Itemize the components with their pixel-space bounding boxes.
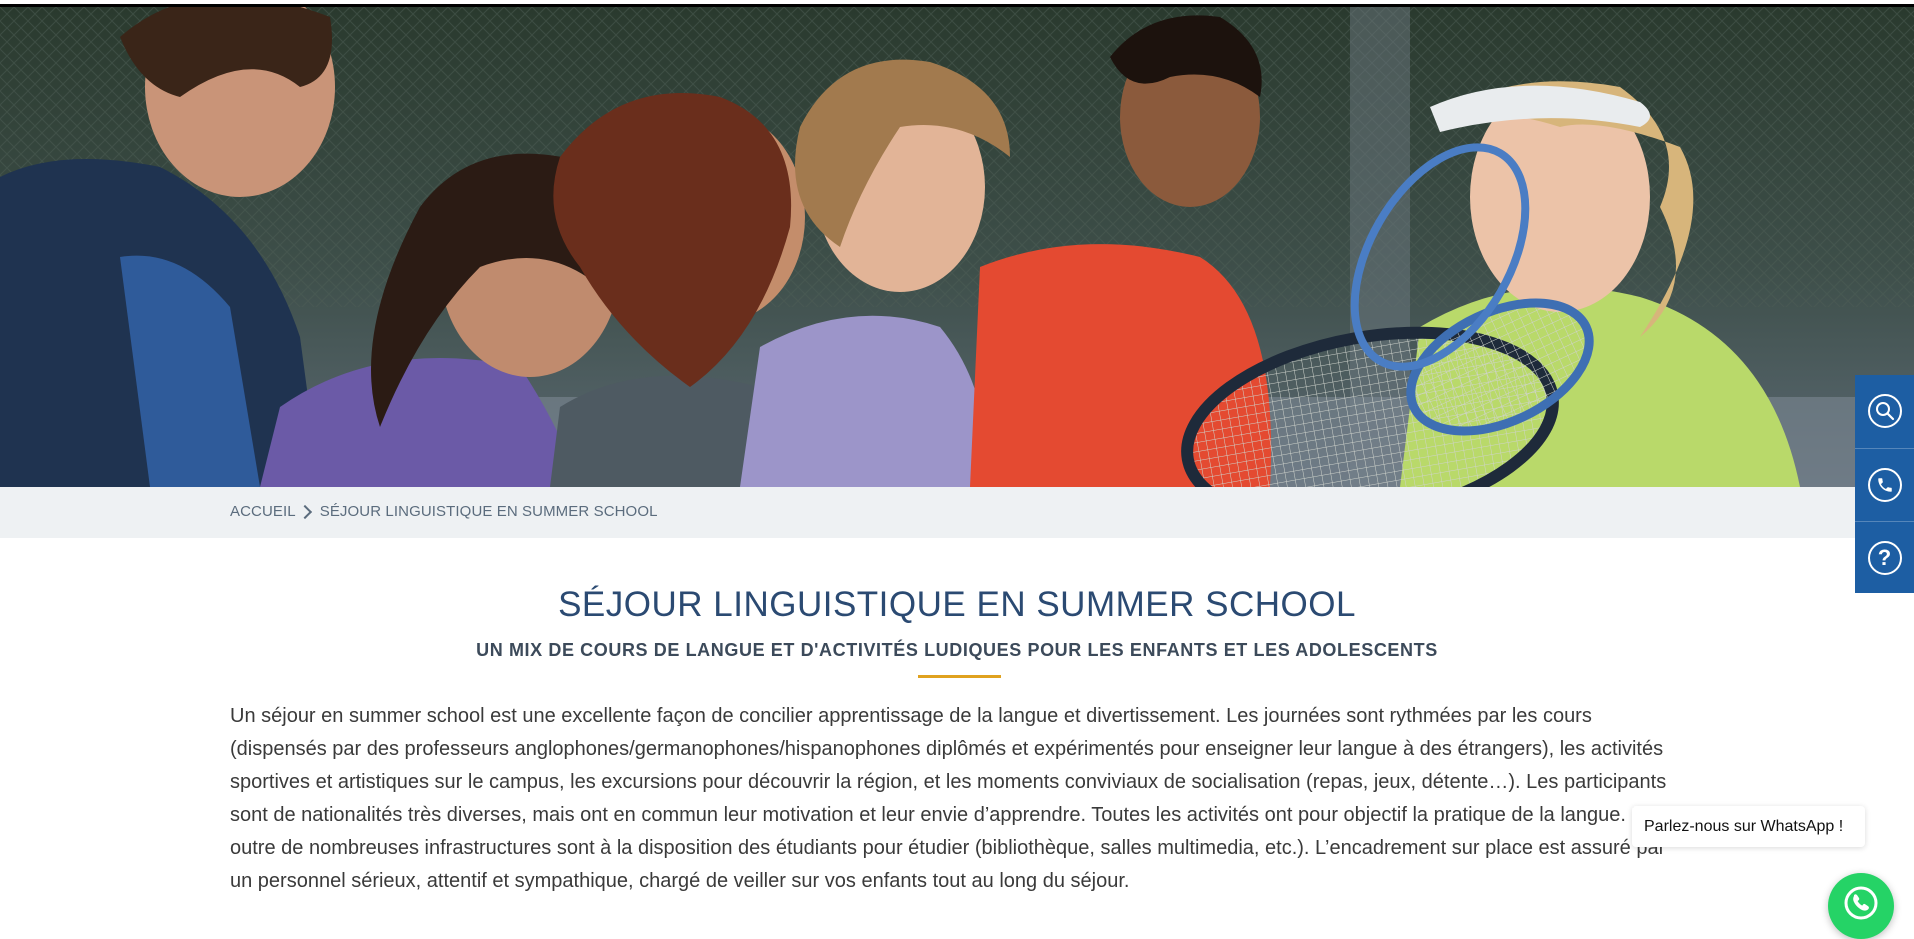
side-help-button[interactable]: ? — [1855, 521, 1914, 594]
intro-paragraph: Un séjour en summer school est une excel… — [230, 705, 1667, 892]
chevron-right-icon — [297, 504, 312, 519]
page-title: SÉJOUR LINGUISTIQUE EN SUMMER SCHOOL — [558, 585, 1356, 624]
search-icon — [1867, 394, 1902, 428]
title-divider — [918, 675, 1001, 678]
hero-image — [0, 7, 1914, 487]
side-phone-button[interactable] — [1855, 448, 1914, 521]
side-search-button[interactable] — [1855, 375, 1914, 447]
whatsapp-icon — [1844, 886, 1878, 920]
help-icon: ? — [1867, 541, 1902, 575]
top-border — [0, 0, 1914, 7]
side-toolbar: ? — [1855, 375, 1914, 593]
breadcrumb-bar: ACCUEIL SÉJOUR LINGUISTIQUE EN SUMMER SC… — [0, 487, 1914, 538]
whatsapp-chat-bubble[interactable]: Parlez-nous sur WhatsApp ! — [1632, 806, 1865, 847]
page-subtitle: UN MIX DE COURS DE LANGUE ET D'ACTIVITÉS… — [476, 640, 1438, 660]
whatsapp-button[interactable] — [1828, 873, 1894, 939]
phone-icon — [1867, 468, 1902, 502]
breadcrumb-home-link[interactable]: ACCUEIL — [230, 503, 296, 520]
breadcrumb-current: SÉJOUR LINGUISTIQUE EN SUMMER SCHOOL — [319, 503, 658, 520]
breadcrumb: ACCUEIL SÉJOUR LINGUISTIQUE EN SUMMER SC… — [230, 503, 658, 520]
